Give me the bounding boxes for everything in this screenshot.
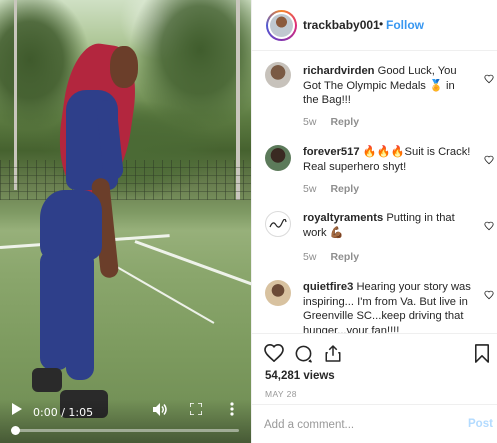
comment-username[interactable]: richardvirden <box>303 65 375 77</box>
comment-username[interactable]: quietfire3 <box>303 281 353 293</box>
comment-input[interactable] <box>264 415 454 435</box>
commenter-avatar[interactable] <box>265 280 291 306</box>
comment-username[interactable]: forever517 <box>303 146 360 158</box>
video-progress-handle[interactable] <box>11 426 20 435</box>
background-fence <box>0 160 251 200</box>
comment-text: richardvirden Good Luck, You Got The Oly… <box>303 64 473 108</box>
video-progress-bar[interactable] <box>11 426 239 435</box>
like-comment-icon[interactable] <box>484 287 494 300</box>
reply-button[interactable]: Reply <box>330 183 359 195</box>
comment-text: forever517 🔥🔥🔥Suit is Crack! Real superh… <box>303 145 473 174</box>
follow-button[interactable]: Follow <box>386 18 424 32</box>
header-separator: • <box>379 17 384 31</box>
volume-icon[interactable] <box>153 403 168 421</box>
post-header: trackbaby001 • Follow <box>252 0 497 51</box>
video-controls: 0:00 / 1:05 <box>0 399 251 443</box>
fullscreen-icon[interactable] <box>189 402 203 420</box>
share-icon[interactable] <box>324 344 342 368</box>
comment-text: quietfire3 Hearing your story was inspir… <box>303 280 473 333</box>
heart-icon[interactable] <box>264 343 284 367</box>
field-line <box>109 262 215 324</box>
comment-icon[interactable] <box>294 344 313 368</box>
comment-meta: 5w Reply <box>303 183 359 195</box>
post-details-panel: trackbaby001 • Follow richardvirden Good… <box>251 0 497 443</box>
bookmark-icon[interactable] <box>475 344 489 368</box>
comments-list[interactable]: richardvirden Good Luck, You Got The Oly… <box>252 51 497 333</box>
commenter-avatar[interactable] <box>265 211 291 237</box>
commenter-avatar[interactable] <box>265 62 291 88</box>
reply-button[interactable]: Reply <box>330 116 359 128</box>
commenter-avatar[interactable] <box>265 145 291 171</box>
comment-age: 5w <box>303 251 317 263</box>
post-button[interactable]: Post <box>468 418 493 430</box>
view-count[interactable]: 54,281 views <box>265 370 335 382</box>
more-vertical-icon[interactable] <box>230 402 234 421</box>
play-icon[interactable] <box>12 402 22 420</box>
reply-button[interactable]: Reply <box>330 251 359 263</box>
author-avatar[interactable] <box>266 10 297 41</box>
comment-username[interactable]: royaltyraments <box>303 212 383 224</box>
like-comment-icon[interactable] <box>484 71 494 84</box>
field-line <box>134 240 251 291</box>
comment-text: royaltyraments Putting in that work 💪🏾 <box>303 211 473 240</box>
video-player[interactable]: 0:00 / 1:05 <box>0 0 251 443</box>
comment-composer: Post <box>252 404 497 443</box>
post-actions: 54,281 views MAY 28 <box>252 333 497 403</box>
video-time: 0:00 / 1:05 <box>33 406 94 419</box>
author-username[interactable]: trackbaby001 <box>303 18 380 32</box>
comment-age: 5w <box>303 183 317 195</box>
post-date[interactable]: MAY 28 <box>265 389 297 399</box>
like-comment-icon[interactable] <box>484 152 494 165</box>
comment-age: 5w <box>303 116 317 128</box>
comment-meta: 5w Reply <box>303 251 359 263</box>
comment-meta: 5w Reply <box>303 116 359 128</box>
like-comment-icon[interactable] <box>484 218 494 231</box>
